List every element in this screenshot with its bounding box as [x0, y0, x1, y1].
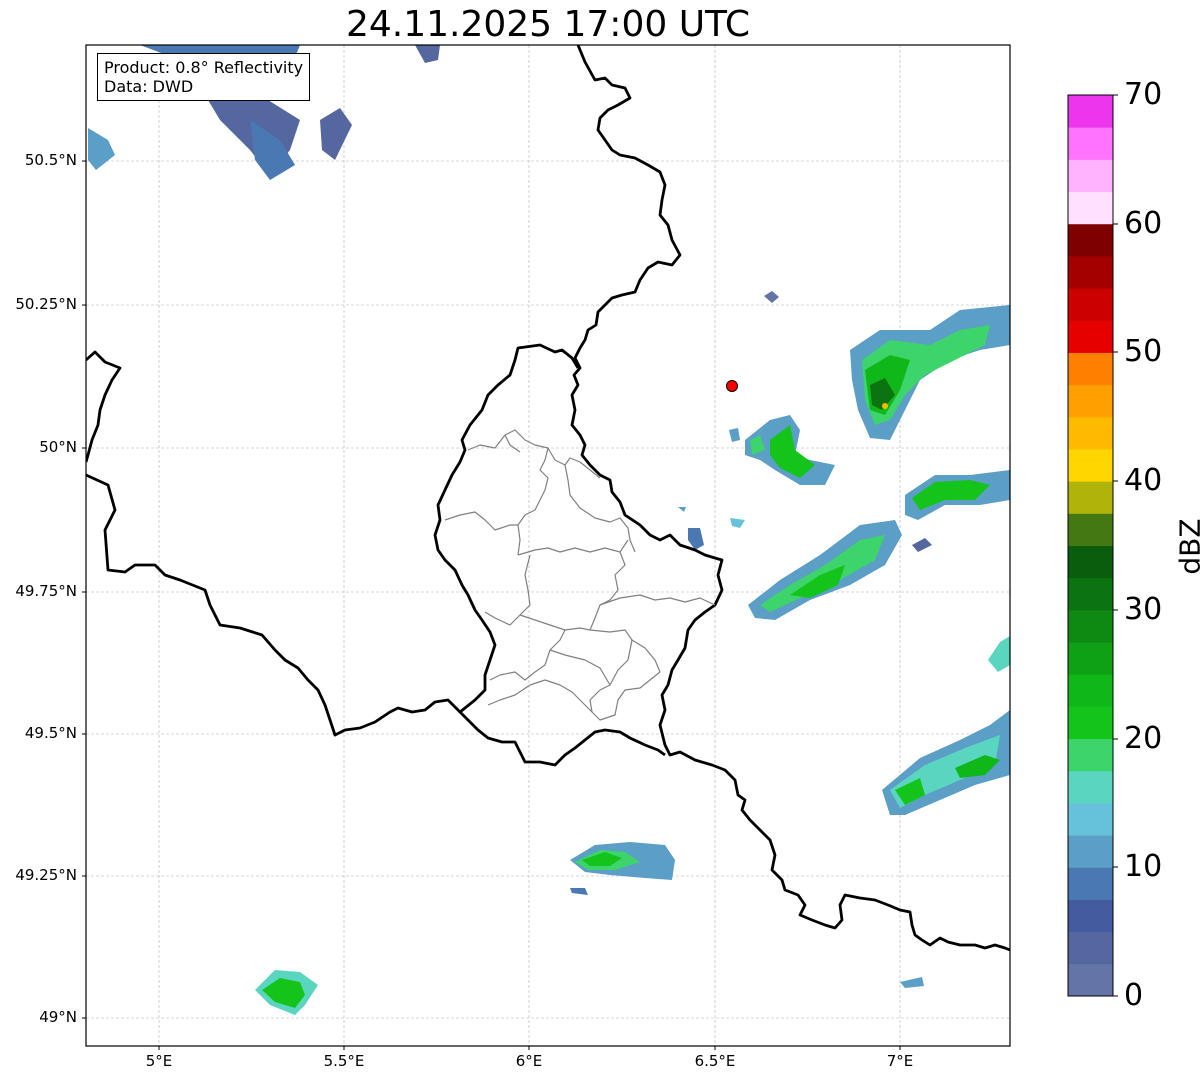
lon-tick-label: 6°E [515, 1052, 543, 1070]
lat-tick-label: 50°N [39, 438, 77, 456]
info-box: Product: 0.8° Reflectivity Data: DWD [97, 53, 311, 101]
lat-tick-label: 50.5°N [24, 151, 77, 169]
colorbar-tick-label: 50 [1124, 334, 1163, 369]
colorbar-label: dBZ [1173, 518, 1202, 575]
colorbar-segment [1068, 448, 1113, 482]
product-label: Product: 0.8° Reflectivity [104, 58, 304, 77]
colorbar-segment [1068, 738, 1113, 772]
colorbar-tick-label: 20 [1124, 721, 1163, 756]
colorbar-tick-label: 0 [1124, 978, 1144, 1013]
colorbar-tick-label: 40 [1124, 463, 1163, 498]
colorbar-segment [1068, 320, 1113, 353]
colorbar-segment [1068, 384, 1113, 418]
colorbar-segment [1068, 642, 1113, 675]
lon-tick-label: 6.5°E [694, 1052, 736, 1070]
colorbar-segment [1068, 867, 1113, 900]
colorbar-segment [1068, 288, 1113, 321]
colorbar-segment [1068, 159, 1113, 193]
lat-tick-label: 49.25°N [15, 866, 77, 884]
colorbar-ticks [1113, 94, 1118, 997]
colorbar-segment [1068, 481, 1113, 514]
colorbar-segment [1068, 770, 1113, 804]
colorbar-segment [1068, 513, 1113, 546]
colorbar-tick-label: 70 [1124, 77, 1163, 112]
colorbar-segment [1068, 416, 1113, 450]
colorbar-segment [1068, 899, 1113, 933]
colorbar-segment [1068, 127, 1113, 160]
colorbar-segment [1068, 931, 1113, 965]
lat-tick-label: 49°N [39, 1008, 77, 1026]
colorbar-segment [1068, 802, 1113, 836]
lon-tick-label: 5°E [145, 1052, 173, 1070]
colorbar-segment [1068, 609, 1113, 643]
colorbar-segment [1068, 706, 1113, 740]
lat-tick-label: 50.25°N [15, 295, 77, 313]
colorbar-segment [1068, 545, 1113, 579]
colorbar-segment [1068, 95, 1113, 128]
colorbar-segment [1068, 255, 1113, 289]
data-source-label: Data: DWD [104, 77, 194, 96]
lat-tick-label: 49.75°N [15, 582, 77, 600]
colorbar-segment [1068, 223, 1113, 257]
colorbar-segment [1068, 191, 1113, 225]
radar-map[interactable] [0, 0, 1202, 1081]
colorbar-segment [1068, 577, 1113, 611]
colorbar-segment [1068, 674, 1113, 707]
station-marker [726, 380, 738, 392]
colorbar-tick-label: 30 [1124, 592, 1163, 627]
lon-tick-label: 5.5°E [323, 1052, 365, 1070]
colorbar-tick-label: 10 [1124, 849, 1163, 884]
lon-tick-label: 7°E [886, 1052, 914, 1070]
colorbar-tick-label: 60 [1124, 206, 1163, 241]
lat-tick-label: 49.5°N [24, 724, 77, 742]
colorbar [1068, 95, 1113, 997]
colorbar-segment [1068, 352, 1113, 386]
colorbar-segment [1068, 835, 1113, 868]
colorbar-segment [1068, 963, 1113, 997]
